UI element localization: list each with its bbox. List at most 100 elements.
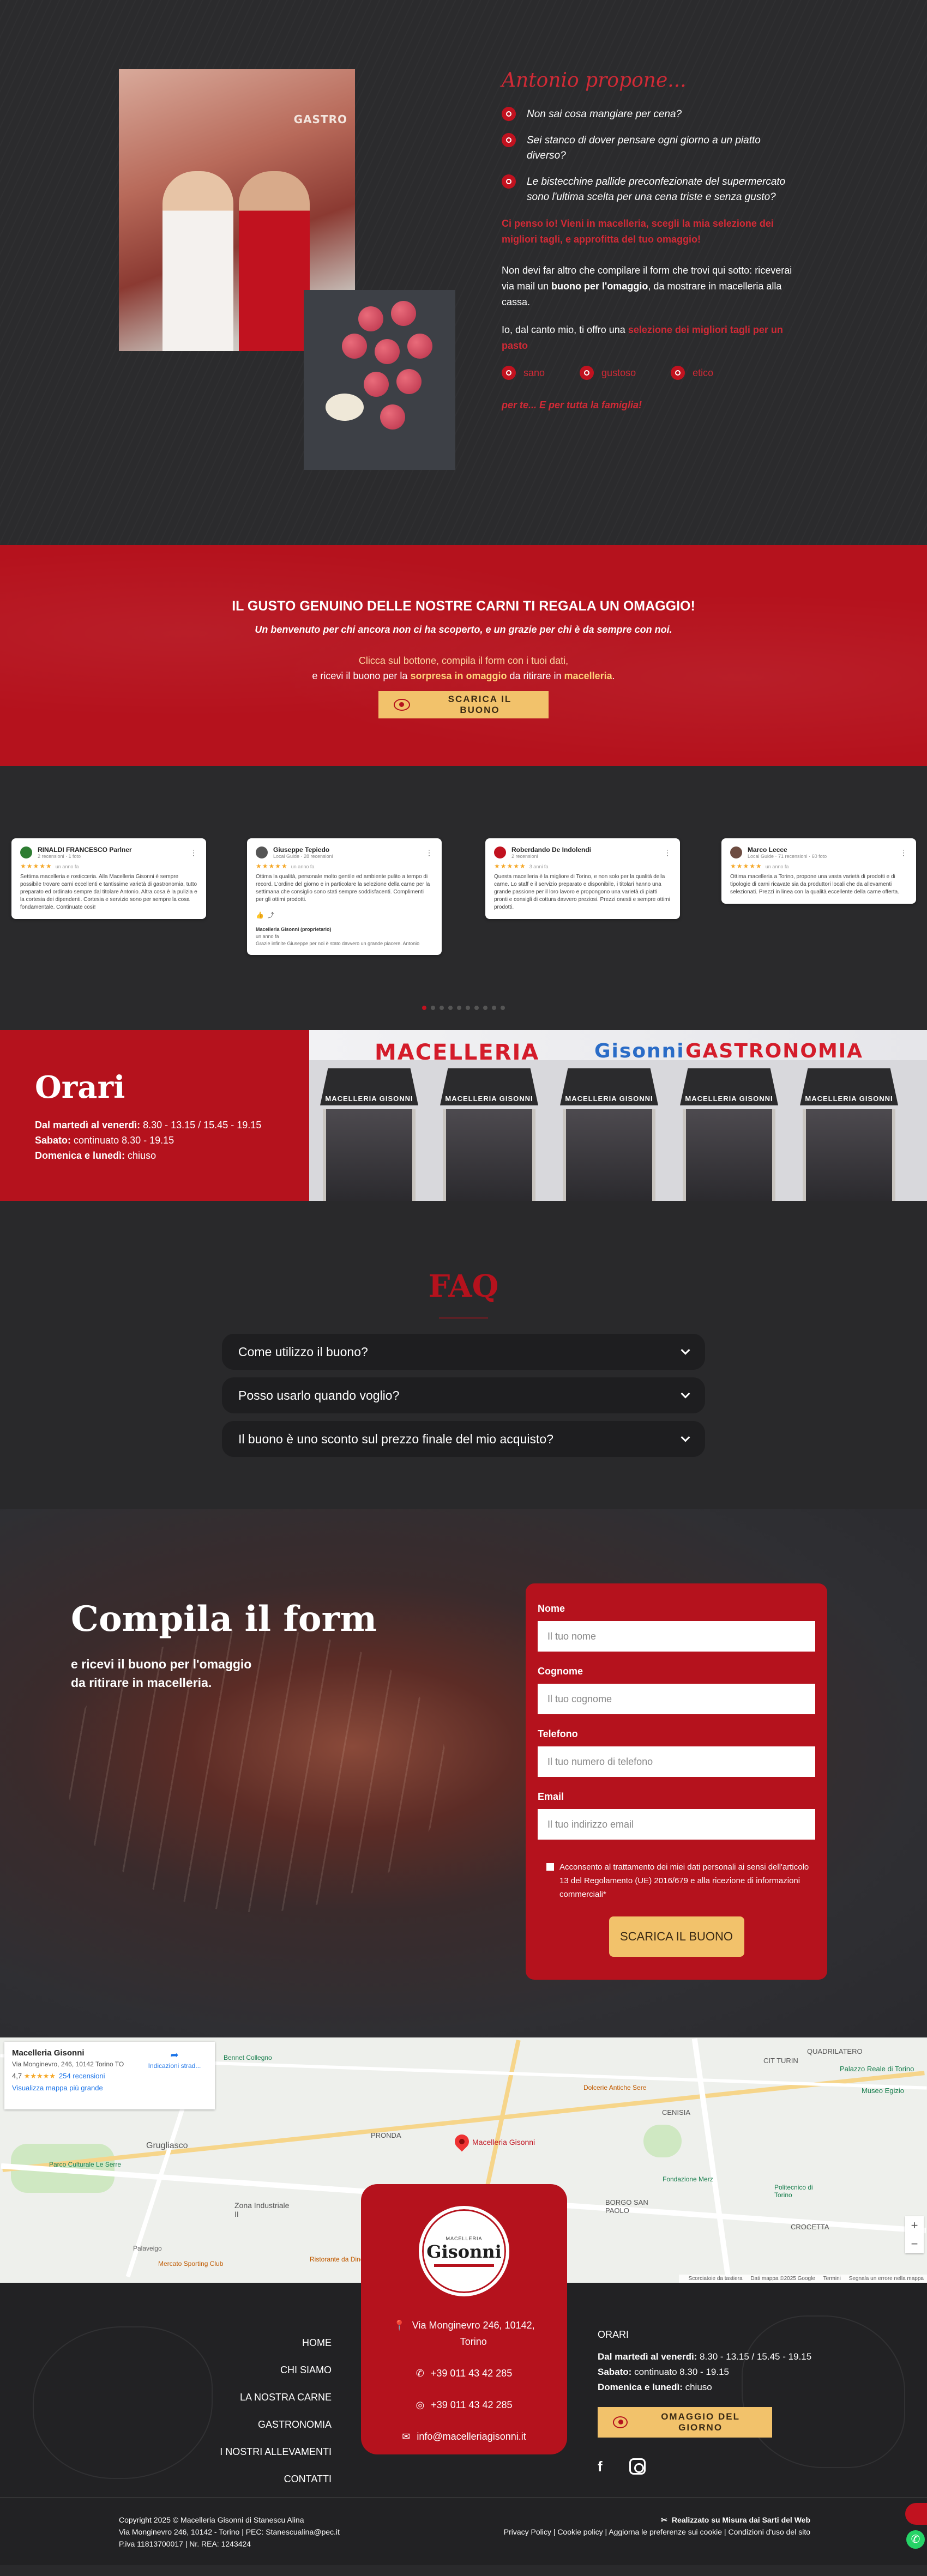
footer-link-gastronomy[interactable]: GASTRONOMIA: [220, 2411, 332, 2438]
shop-window: [563, 1109, 655, 1201]
meatball: [375, 339, 400, 364]
keyboard-shortcuts-link[interactable]: Scorciatoie da tastiera: [689, 2276, 743, 2282]
carousel-dot[interactable]: [492, 1006, 496, 1010]
terms-link[interactable]: Termini: [823, 2276, 841, 2282]
legal-info: Copyright 2025 © Macelleria Gisonni di S…: [119, 2514, 340, 2550]
footer-phone[interactable]: ✆ +39 011 43 42 285: [361, 2365, 567, 2381]
more-options-icon[interactable]: ⋮: [900, 848, 907, 857]
map-place-label: Museo Egizio: [862, 2087, 905, 2095]
hours-panel: Orari Dal martedì al venerdì: 8.30 - 13.…: [0, 1030, 309, 1201]
footer-nav: HOME CHI SIAMO LA NOSTRA CARNE GASTRONOM…: [220, 2329, 332, 2493]
map-poi[interactable]: Parco Culturale Le Serre: [49, 2161, 121, 2168]
footer-hours-row: Sabato: continuato 8.30 - 19.15: [598, 2367, 729, 2377]
privacy-policy-link[interactable]: Privacy Policy: [504, 2527, 551, 2536]
download-voucher-button[interactable]: SCARICA IL BUONO: [378, 691, 549, 718]
carousel-dot[interactable]: [483, 1006, 487, 1010]
map-poi[interactable]: Palaveigo: [133, 2245, 162, 2252]
terms-of-use-link[interactable]: Condizioni d'uso del sito: [728, 2527, 810, 2536]
tag-icon: [580, 366, 594, 380]
map-reviews-link[interactable]: 254 recensioni: [59, 2072, 105, 2080]
reviews-section: RINALDI FRANCESCO Parlner 2 recensioni · …: [0, 766, 927, 1030]
shop-window: [803, 1109, 895, 1201]
email-field[interactable]: [538, 1809, 815, 1840]
report-error-link[interactable]: Segnala un errore nella mappa: [849, 2276, 924, 2282]
carousel-dot[interactable]: [466, 1006, 470, 1010]
shop-sign-text: GASTRO: [293, 113, 347, 126]
thumbs-up-icon[interactable]: 👍: [256, 911, 264, 919]
bullet-icon: [502, 174, 516, 189]
footer-link-meat[interactable]: LA NOSTRA CARNE: [220, 2384, 332, 2411]
carousel-dot[interactable]: [501, 1006, 505, 1010]
map-rating: 4,7 ★★★★★ 254 recensioni: [12, 2072, 105, 2080]
map-poi[interactable]: Fondazione Merz: [663, 2175, 713, 2183]
cheese-dip: [326, 394, 364, 421]
consent-checkbox[interactable]: [546, 1863, 554, 1871]
footer-email[interactable]: ✉ info@macelleriagisonni.it: [361, 2428, 567, 2445]
carousel-dot[interactable]: [448, 1006, 453, 1010]
map-place-label: CIT TURIN: [763, 2057, 798, 2065]
shop-window: [683, 1109, 775, 1201]
more-options-icon[interactable]: ⋮: [664, 848, 671, 857]
map-poi[interactable]: Politecnico di Torino: [774, 2184, 823, 2199]
directions-button[interactable]: ➦ Indicazioni strad...: [142, 2049, 207, 2070]
faq-item[interactable]: Posso usarlo quando voglio?: [222, 1377, 705, 1413]
first-name-field[interactable]: [538, 1621, 815, 1652]
intro-paragraph-2: Io, dal canto mio, ti offro una selezion…: [502, 324, 783, 351]
floating-gift-button[interactable]: [905, 2503, 927, 2525]
vat-number: P.iva 11813700017 | Nr. REA: 1243424: [119, 2539, 251, 2548]
map-data-text: Dati mappa ©2025 Google: [750, 2276, 815, 2282]
map-poi[interactable]: Mercato Sporting Club: [158, 2260, 223, 2267]
faq-title: FAQ: [428, 1268, 499, 1304]
facebook-icon[interactable]: f: [598, 2458, 614, 2475]
instagram-icon[interactable]: [629, 2458, 646, 2475]
share-icon[interactable]: ⤴: [268, 911, 274, 919]
map-poi[interactable]: Bennet Collegno: [224, 2054, 272, 2061]
review-card: Giuseppe Tepiedo Local Guide · 28 recensi…: [247, 838, 442, 955]
cookie-preferences-link[interactable]: Aggiorna le preferenze sui cookie: [609, 2527, 722, 2536]
map-poi[interactable]: Dolcerie Antiche Sere: [583, 2084, 646, 2091]
tag-gustoso: gustoso: [580, 366, 636, 380]
phone-icon: ✆: [416, 2368, 424, 2379]
carousel-dot[interactable]: [440, 1006, 444, 1010]
awning-label: MACELLERIA GISONNI: [685, 1095, 773, 1103]
more-options-icon[interactable]: ⋮: [190, 848, 197, 857]
faq-item[interactable]: Il buono è uno sconto sul prezzo finale …: [222, 1421, 705, 1457]
awning-label: MACELLERIA GISONNI: [565, 1095, 653, 1103]
daily-gift-button[interactable]: OMAGGIO DEL GIORNO: [598, 2407, 772, 2438]
review-text: Settima macelleria e rosticceria. Alla M…: [20, 874, 197, 910]
storefront-sign: Gisonni: [594, 1040, 685, 1062]
phone-field[interactable]: [538, 1746, 815, 1777]
awning-label: MACELLERIA GISONNI: [805, 1095, 893, 1103]
carousel-dot[interactable]: [431, 1006, 435, 1010]
footer-link-farms[interactable]: I NOSTRI ALLEVAMENTI: [220, 2438, 332, 2465]
footer-link-home[interactable]: HOME: [220, 2329, 332, 2356]
credits[interactable]: ✂ Realizzato su Misura dai Sarti del Web: [504, 2514, 810, 2526]
carousel-dot[interactable]: [474, 1006, 479, 1010]
map-pin-icon[interactable]: [452, 2131, 472, 2152]
chevron-down-icon: [681, 1389, 690, 1399]
faq-item[interactable]: Come utilizzo il buono?: [222, 1334, 705, 1370]
zoom-out-button[interactable]: −: [905, 2235, 924, 2253]
map-info-card: Macelleria Gisonni Via Monginevro, 246, …: [4, 2042, 215, 2109]
hours-row: Domenica e lunedì: chiuso: [35, 1150, 156, 1161]
last-name-field[interactable]: [538, 1684, 815, 1714]
carousel-dot[interactable]: [422, 1006, 426, 1010]
map-pin-label[interactable]: Macelleria Gisonni: [472, 2138, 535, 2146]
more-options-icon[interactable]: ⋮: [425, 848, 433, 857]
meatball: [358, 306, 383, 331]
footer-link-contacts[interactable]: CONTATTI: [220, 2465, 332, 2493]
chevron-down-icon: [681, 1345, 690, 1355]
carousel-dot[interactable]: [457, 1006, 461, 1010]
view-larger-map-link[interactable]: Visualizza mappa più grande: [12, 2084, 207, 2092]
brand-logo[interactable]: MACELLERIA Gisonni: [419, 2206, 509, 2296]
submit-voucher-button[interactable]: SCARICA IL BUONO: [609, 1916, 744, 1957]
cookie-policy-link[interactable]: Cookie policy: [557, 2527, 603, 2536]
footer-whatsapp[interactable]: ◎ +39 011 43 42 285: [361, 2397, 567, 2413]
zoom-in-button[interactable]: +: [905, 2216, 924, 2235]
gift-line-1: Clicca sul bottone, compila il form con …: [358, 655, 569, 666]
map-poi[interactable]: Ristorante da Dino: [310, 2255, 364, 2263]
map-zoom-controls: + −: [905, 2216, 924, 2253]
hours-row: Sabato: continuato 8.30 - 19.15: [35, 1135, 174, 1146]
whatsapp-chat-icon[interactable]: ✆: [906, 2530, 925, 2549]
footer-link-about[interactable]: CHI SIAMO: [220, 2356, 332, 2384]
